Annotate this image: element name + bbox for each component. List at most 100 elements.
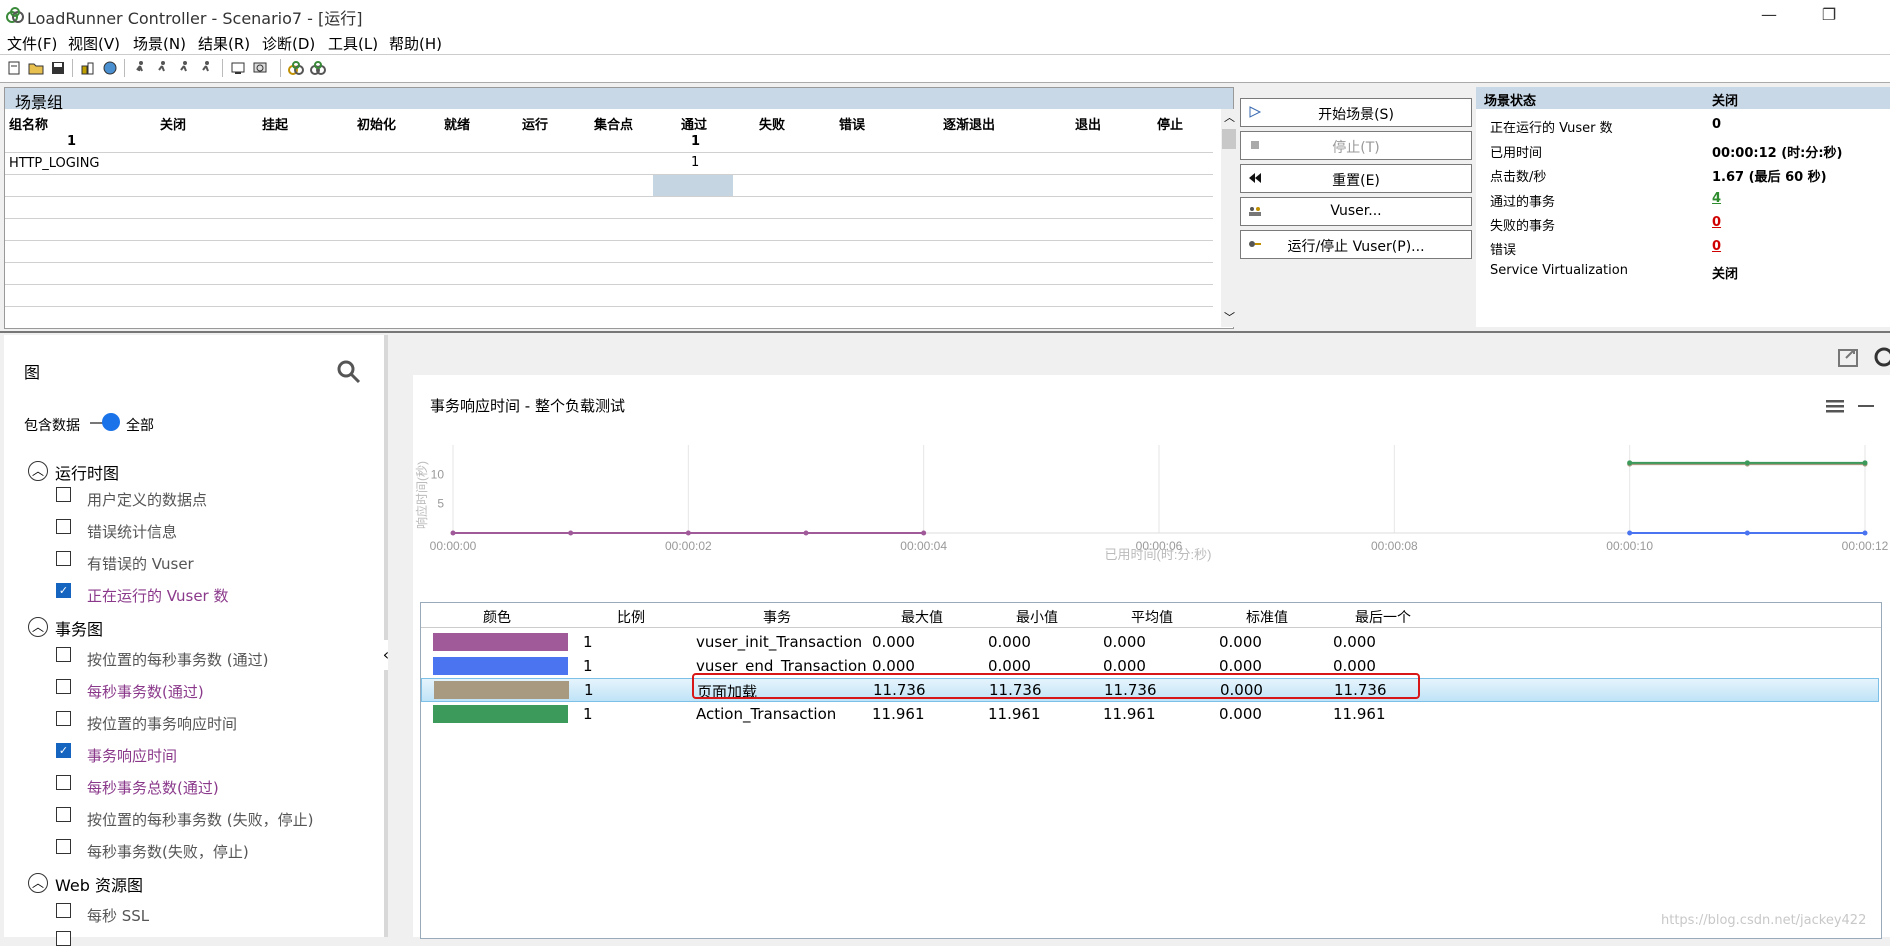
scroll-thumb[interactable] bbox=[1222, 129, 1236, 149]
minimize-chart-icon[interactable] bbox=[1857, 397, 1875, 415]
vuser-stop-icon[interactable] bbox=[176, 60, 192, 76]
item-ssl-per-second[interactable]: 每秒 SSL bbox=[87, 905, 149, 926]
legend-col-std[interactable]: 标准值 bbox=[1209, 607, 1325, 627]
menu-view[interactable]: 视图(V) bbox=[68, 33, 120, 54]
menu-icon[interactable] bbox=[1825, 397, 1845, 415]
vuser-gradual-icon[interactable] bbox=[154, 60, 170, 76]
col-rendezvous[interactable]: 集合点 bbox=[594, 114, 633, 133]
reset-button[interactable]: 重置(E) bbox=[1240, 164, 1472, 193]
status-value-errors[interactable]: 0 bbox=[1712, 239, 1721, 254]
legend-col-scale[interactable]: 比例 bbox=[573, 607, 689, 627]
col-error[interactable]: 错误 bbox=[839, 114, 865, 133]
diagnostics-icon[interactable] bbox=[310, 60, 326, 76]
col-gradual-exit[interactable]: 逐渐退出 bbox=[943, 114, 995, 133]
run-stop-vusers-button[interactable]: 运行/停止 Vuser(P)... bbox=[1240, 230, 1472, 259]
start-scenario-button[interactable]: 开始场景(S) bbox=[1240, 98, 1472, 127]
menu-scenario[interactable]: 场景(N) bbox=[133, 33, 186, 54]
section-transaction-graphs[interactable]: 事务图 bbox=[55, 616, 103, 640]
checkbox-user-defined[interactable] bbox=[56, 487, 71, 502]
col-ready[interactable]: 就绪 bbox=[444, 114, 470, 133]
section-runtime-graphs[interactable]: 运行时图 bbox=[55, 460, 119, 484]
legend-row[interactable]: 1 vuser_init_Transaction 0.000 0.000 0.0… bbox=[421, 631, 1881, 653]
checkbox-tps-failed-by-location[interactable] bbox=[56, 807, 71, 822]
app-logo-icon bbox=[6, 7, 24, 23]
run-icon[interactable] bbox=[102, 60, 118, 76]
col-group-name[interactable]: 组名称 bbox=[9, 114, 48, 133]
col-failed[interactable]: 失败 bbox=[759, 114, 785, 133]
checkbox-ssl-per-second[interactable] bbox=[56, 903, 71, 918]
col-passed[interactable]: 通过 bbox=[681, 114, 707, 133]
vusers-button[interactable]: Vuser... bbox=[1240, 197, 1472, 226]
status-value-failed[interactable]: 0 bbox=[1712, 215, 1721, 230]
checkbox-trt-by-location[interactable] bbox=[56, 711, 71, 726]
save-icon[interactable] bbox=[50, 60, 66, 76]
item-total-tps[interactable]: 每秒事务总数(通过) bbox=[87, 777, 219, 798]
group-scrollbar[interactable]: ︿ ﹀ bbox=[1221, 109, 1237, 327]
stop-button[interactable]: 停止(T) bbox=[1240, 131, 1472, 160]
col-running[interactable]: 运行 bbox=[522, 114, 548, 133]
legend-col-avg[interactable]: 平均值 bbox=[1095, 607, 1209, 627]
group-row-name[interactable]: HTTP_LOGING bbox=[9, 156, 100, 171]
search-icon[interactable] bbox=[336, 359, 362, 385]
item-trt-by-location[interactable]: 按位置的事务响应时间 bbox=[87, 713, 237, 734]
checkbox-next-item[interactable] bbox=[56, 931, 71, 946]
item-user-defined[interactable]: 用户定义的数据点 bbox=[87, 489, 207, 510]
settings-gear-icon[interactable] bbox=[1872, 345, 1890, 369]
section-web-graphs[interactable]: Web 资源图 bbox=[55, 872, 143, 896]
new-scenario-icon[interactable] bbox=[6, 60, 22, 76]
col-pending[interactable]: 挂起 bbox=[262, 114, 288, 133]
col-down[interactable]: 关闭 bbox=[160, 114, 186, 133]
design-icon[interactable] bbox=[80, 60, 96, 76]
checkbox-running-vusers[interactable]: ✓ bbox=[56, 583, 71, 598]
checkbox-total-tps[interactable] bbox=[56, 775, 71, 790]
legend-col-transaction[interactable]: 事务 bbox=[689, 607, 865, 627]
selected-cell[interactable] bbox=[653, 175, 733, 196]
item-error-stats[interactable]: 错误统计信息 bbox=[87, 521, 177, 542]
legend-col-color[interactable]: 颜色 bbox=[421, 607, 573, 627]
checkbox-tps-failed[interactable] bbox=[56, 839, 71, 854]
col-init[interactable]: 初始化 bbox=[357, 114, 396, 133]
col-stopped[interactable]: 停止 bbox=[1157, 114, 1183, 133]
legend-col-last[interactable]: 最后一个 bbox=[1325, 607, 1441, 627]
item-running-vusers[interactable]: 正在运行的 Vuser 数 bbox=[87, 585, 229, 606]
open-folder-icon[interactable] bbox=[28, 60, 44, 76]
menu-results[interactable]: 结果(R) bbox=[198, 33, 250, 54]
item-tps-by-location[interactable]: 按位置的每秒事务数 (通过) bbox=[87, 649, 268, 670]
legend-col-max[interactable]: 最大值 bbox=[865, 607, 979, 627]
collapse-web-icon[interactable]: ︿ bbox=[28, 873, 48, 893]
include-data-toggle[interactable] bbox=[102, 413, 120, 431]
vuser-run-icon[interactable] bbox=[132, 60, 148, 76]
checkbox-transaction-response-time[interactable]: ✓ bbox=[56, 743, 71, 758]
group-row-passed: 1 bbox=[691, 155, 700, 170]
item-tps-failed[interactable]: 每秒事务数(失败，停止) bbox=[87, 841, 249, 862]
scroll-down-icon[interactable]: ﹀ bbox=[1224, 309, 1235, 325]
analyze-icon[interactable] bbox=[252, 60, 268, 76]
item-vusers-with-errors[interactable]: 有错误的 Vuser bbox=[87, 553, 194, 574]
checkbox-tps-by-location[interactable] bbox=[56, 647, 71, 662]
menu-tools[interactable]: 工具(L) bbox=[328, 33, 378, 54]
scenario-status-panel: 场景状态 关闭 正在运行的 Vuser 数 0 已用时间 00:00:12 (时… bbox=[1476, 87, 1890, 327]
collapse-transaction-icon[interactable]: ︿ bbox=[28, 617, 48, 637]
checkbox-tps-passed[interactable] bbox=[56, 679, 71, 694]
scroll-up-icon[interactable]: ︿ bbox=[1224, 109, 1235, 125]
item-tps-failed-by-location[interactable]: 按位置的每秒事务数 (失败，停止) bbox=[87, 809, 313, 830]
legend-col-min[interactable]: 最小值 bbox=[979, 607, 1095, 627]
vuser-reset-icon[interactable] bbox=[198, 60, 214, 76]
menu-file[interactable]: 文件(F) bbox=[7, 33, 57, 54]
load-generators-icon[interactable] bbox=[288, 60, 304, 76]
checkbox-vusers-with-errors[interactable] bbox=[56, 551, 71, 566]
panel-divider[interactable] bbox=[0, 331, 1890, 333]
minimize-icon[interactable]: — bbox=[1746, 0, 1792, 30]
item-tps-passed[interactable]: 每秒事务数(通过) bbox=[87, 681, 204, 702]
legend-row[interactable]: 1 Action_Transaction 11.961 11.961 11.96… bbox=[421, 703, 1881, 725]
menu-diagnostics[interactable]: 诊断(D) bbox=[262, 33, 315, 54]
checkbox-error-stats[interactable] bbox=[56, 519, 71, 534]
item-transaction-response-time[interactable]: 事务响应时间 bbox=[87, 745, 177, 766]
collapse-runtime-icon[interactable]: ︿ bbox=[28, 461, 48, 481]
export-icon[interactable] bbox=[1836, 345, 1862, 369]
status-value-passed[interactable]: 4 bbox=[1712, 191, 1721, 206]
maximize-icon[interactable]: ❐ bbox=[1806, 0, 1852, 30]
col-exit[interactable]: 退出 bbox=[1075, 114, 1101, 133]
menu-help[interactable]: 帮助(H) bbox=[389, 33, 442, 54]
monitor-icon[interactable] bbox=[230, 60, 246, 76]
